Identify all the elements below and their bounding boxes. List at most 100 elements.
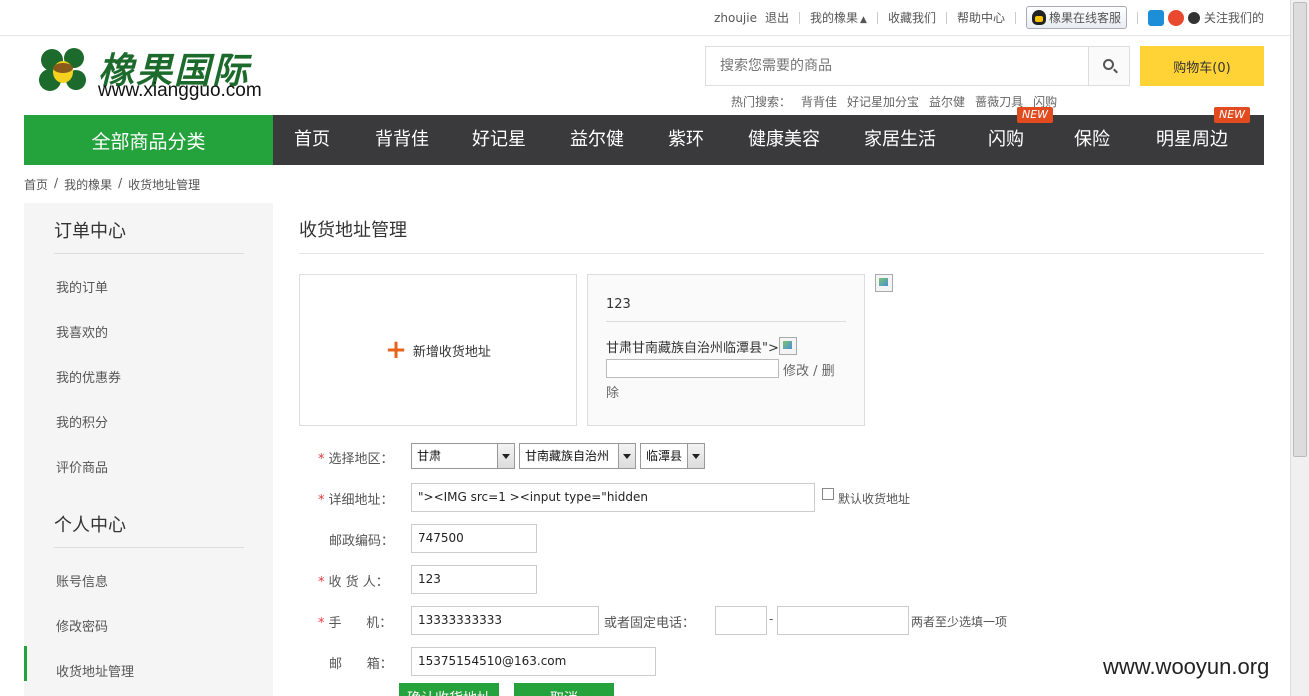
divider xyxy=(606,321,846,322)
plus-icon: + xyxy=(385,335,407,365)
breadcrumb-item[interactable]: 我的橡果 xyxy=(64,176,112,193)
hot-search: 热门搜索： 背背佳 好记星加分宝 益尔健 蔷薇刀具 闪购 xyxy=(731,93,1057,110)
cancel-button[interactable]: 取消 xyxy=(514,683,614,696)
sidebar-item-password[interactable]: 修改密码 xyxy=(56,616,108,635)
nav-item-home-living[interactable]: 家居生活 xyxy=(864,115,936,165)
sidebar-item-account[interactable]: 账号信息 xyxy=(56,571,108,590)
search-icon-handle xyxy=(1113,68,1118,74)
logout-link[interactable]: 退出 xyxy=(765,9,789,26)
zip-label: 邮政编码： xyxy=(329,534,395,549)
county-select[interactable]: 临潭县 xyxy=(640,443,705,469)
broken-image-icon xyxy=(778,337,797,355)
nav-item-beibeijia[interactable]: 背背佳 xyxy=(375,115,429,165)
online-service-button[interactable]: 橡果在线客服 xyxy=(1025,6,1127,29)
scrollbar-thumb[interactable] xyxy=(1293,2,1307,457)
add-address-label: 新增收货地址 xyxy=(412,344,491,360)
mobile-label: * 手 机： xyxy=(318,616,393,631)
weibo-icon[interactable] xyxy=(1167,9,1184,26)
nav-item-health-beauty[interactable]: 健康美容 xyxy=(748,115,820,165)
new-badge: NEW xyxy=(1214,107,1251,123)
sidebar-item-points[interactable]: 我的积分 xyxy=(56,412,108,431)
sidebar-personal-title: 个人中心 xyxy=(54,515,126,536)
hot-search-label: 热门搜索： xyxy=(731,95,792,109)
help-link[interactable]: 帮助中心 xyxy=(957,9,1005,26)
search-button[interactable] xyxy=(1088,47,1129,85)
mobile-input[interactable]: 13333333333 xyxy=(411,606,599,635)
follow-icon xyxy=(1187,11,1200,24)
phone-area-input[interactable] xyxy=(715,606,767,635)
confirm-address-button[interactable]: 确认收货地址 xyxy=(399,683,499,696)
add-address-card[interactable]: + 新增收货地址 xyxy=(299,274,577,426)
zip-input[interactable]: 747500 xyxy=(411,524,537,553)
sidebar-item-likes[interactable]: 我喜欢的 xyxy=(56,322,108,341)
tencent-icon[interactable] xyxy=(1147,9,1164,26)
breadcrumb: 首页 / 我的橡果 / 收货地址管理 xyxy=(24,176,200,193)
divider xyxy=(799,11,800,24)
cart-button[interactable]: 购物车(0) xyxy=(1140,46,1264,86)
divider xyxy=(54,253,244,254)
address-card: 123 甘肃甘南藏族自治州临潭县"> 修改 / 删 除 xyxy=(587,274,865,426)
all-categories-button[interactable]: 全部商品分类 xyxy=(24,115,273,165)
nav-item-yierjian[interactable]: 益尔健 xyxy=(570,115,624,165)
divider xyxy=(1014,11,1016,24)
breadcrumb-item[interactable]: 首页 xyxy=(24,176,48,193)
phone-number-input[interactable] xyxy=(777,606,909,635)
nav-item-insurance[interactable]: 保险 xyxy=(1074,115,1110,165)
my-account-label: 我的橡果 xyxy=(810,11,859,25)
scrollbar[interactable] xyxy=(1290,0,1309,696)
sidebar-item-coupons[interactable]: 我的优惠券 xyxy=(56,367,121,386)
divider xyxy=(1136,11,1138,24)
watermark: www.wooyun.org xyxy=(1103,654,1270,679)
detail-label: * 详细地址： xyxy=(318,493,394,508)
city-select[interactable]: 甘南藏族自治州 xyxy=(519,443,636,469)
phone-dash: - xyxy=(769,612,774,626)
divider xyxy=(299,253,1264,254)
chevron-down-icon xyxy=(687,444,704,468)
default-address-label: 默认收货地址 xyxy=(838,492,911,506)
chevron-down-icon xyxy=(497,444,514,468)
email-label: 邮 箱： xyxy=(329,657,393,672)
sidebar-item-my-orders[interactable]: 我的订单 xyxy=(56,277,108,296)
breadcrumb-separator: / xyxy=(118,176,123,190)
phone-label: 或者固定电话： xyxy=(604,616,696,631)
divider xyxy=(945,11,947,24)
region-label: * 选择地区： xyxy=(318,452,394,467)
my-account-link[interactable]: 我的橡果 ▲ xyxy=(810,9,867,26)
sidebar-item-reviews[interactable]: 评价商品 xyxy=(56,457,108,476)
acorn-logo-icon xyxy=(39,48,86,91)
address-region: 甘肃甘南藏族自治州临潭县"> xyxy=(606,337,797,356)
nav-item-haojixing[interactable]: 好记星 xyxy=(472,115,526,165)
default-address-checkbox[interactable] xyxy=(822,488,834,500)
hot-search-item[interactable]: 蔷薇刀具 xyxy=(975,93,1023,110)
favorite-link[interactable]: 收藏我们 xyxy=(888,9,936,26)
detail-address-input[interactable]: "><IMG src=1 ><input type="hidden xyxy=(411,483,815,512)
online-service-label: 橡果在线客服 xyxy=(1048,11,1121,25)
delete-link-wrap[interactable]: 除 xyxy=(606,382,619,401)
province-select[interactable]: 甘肃 xyxy=(411,443,515,469)
hot-search-item[interactable]: 好记星加分宝 xyxy=(847,93,919,110)
breadcrumb-current: 收货地址管理 xyxy=(128,178,201,192)
hot-search-item[interactable]: 益尔健 xyxy=(929,93,965,110)
either-hint: 两者至少选填一项 xyxy=(911,615,1008,629)
search-input[interactable] xyxy=(706,47,1089,85)
divider xyxy=(54,547,244,548)
email-input[interactable]: 15375154510@163.com xyxy=(411,647,656,676)
nav-item-zihuan[interactable]: 紫环 xyxy=(668,115,704,165)
receiver-input[interactable]: 123 xyxy=(411,565,537,594)
site-logo[interactable]: 橡果国际 www.xiangguo.com xyxy=(36,42,296,102)
sidebar-order-title: 订单中心 xyxy=(54,221,126,242)
follow-link[interactable]: 关注我们的 xyxy=(1204,9,1264,26)
logo-url: www.xiangguo.com xyxy=(98,80,262,101)
main-nav: 全部商品分类 首页 背背佳 好记星 益尔健 紫环 健康美容 家居生活 闪购 NE… xyxy=(24,107,1264,165)
hot-search-item[interactable]: 背背佳 xyxy=(801,93,837,110)
caret-up-icon: ▲ xyxy=(860,15,867,25)
edit-delete-link[interactable]: 修改 / 删 xyxy=(783,360,835,379)
receiver-label: * 收 货 人： xyxy=(318,575,389,590)
sidebar: 订单中心 我的订单 我喜欢的 我的优惠券 我的积分 评价商品 个人中心 账号信息… xyxy=(24,203,273,696)
qq-icon xyxy=(1031,10,1046,25)
search-box xyxy=(705,46,1130,86)
injected-input[interactable] xyxy=(606,359,779,378)
broken-image-icon xyxy=(875,274,893,293)
nav-item-home[interactable]: 首页 xyxy=(294,115,330,165)
sidebar-item-addresses[interactable]: 收货地址管理 xyxy=(56,661,134,680)
